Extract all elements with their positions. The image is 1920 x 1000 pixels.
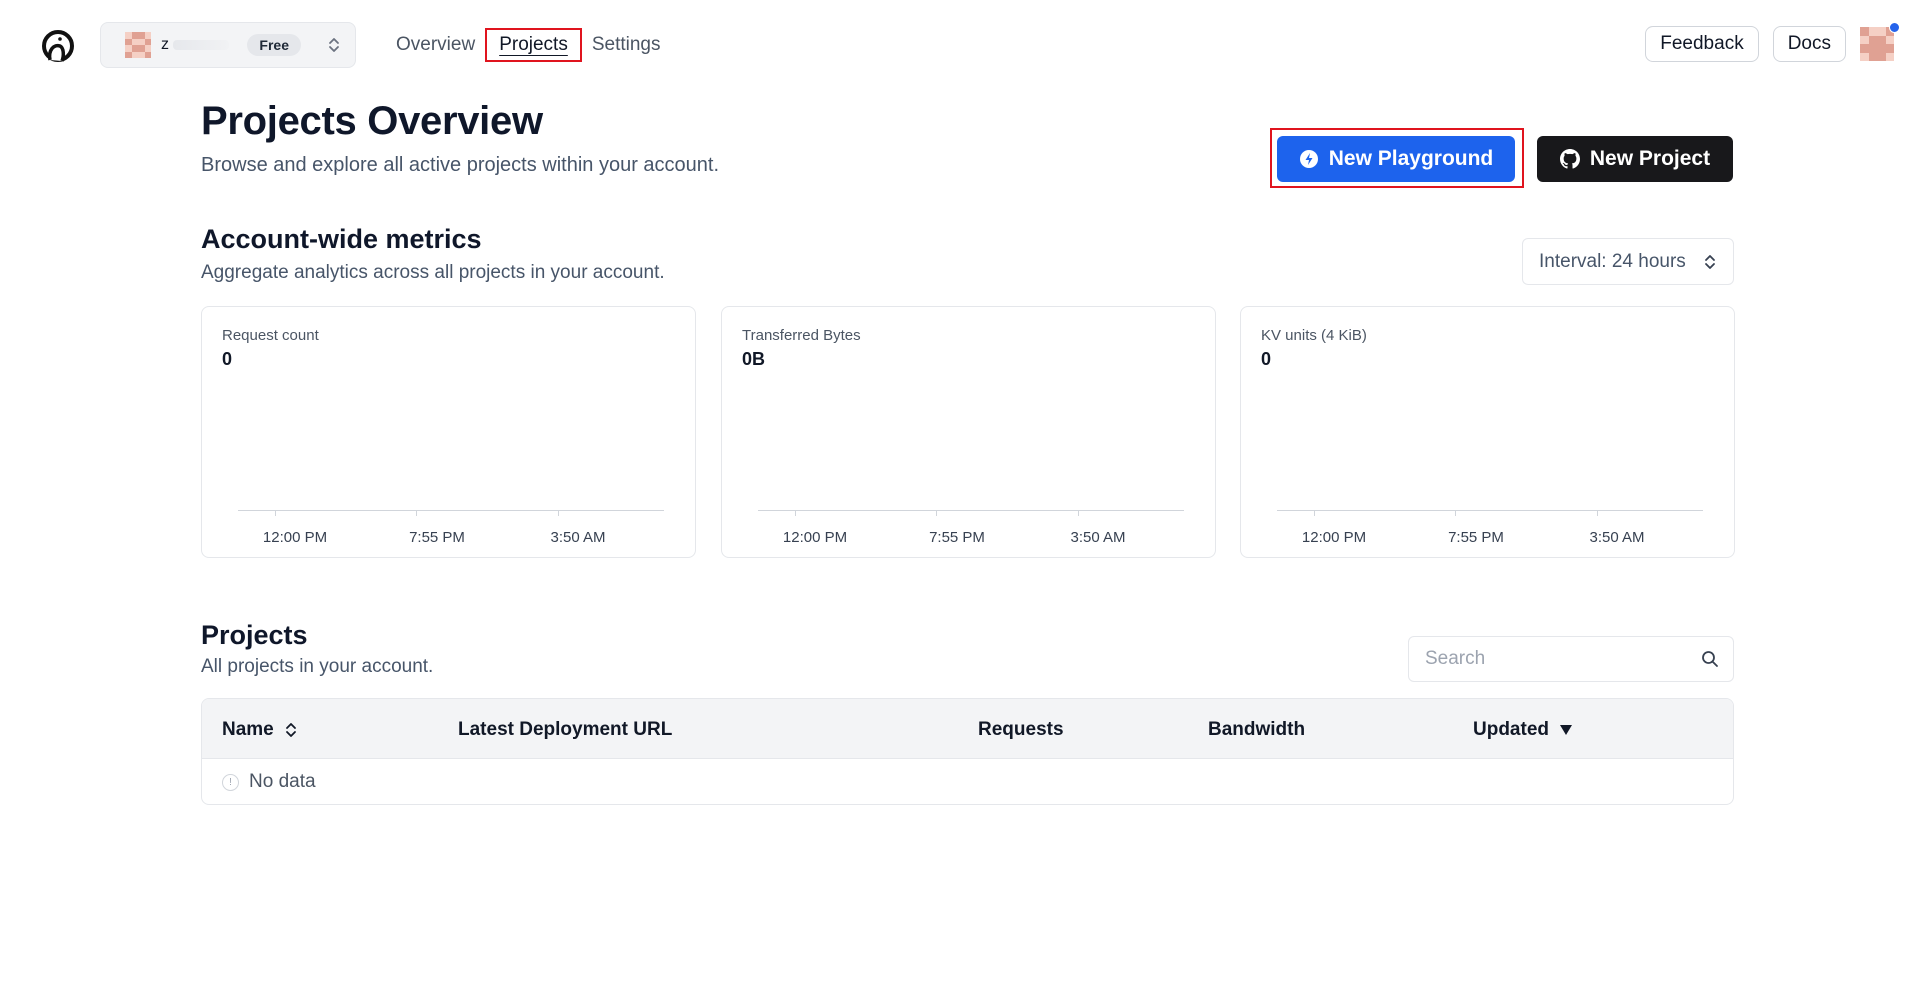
notification-dot: [1889, 22, 1900, 33]
tab-projects[interactable]: Projects: [485, 28, 582, 62]
info-icon: !: [222, 773, 239, 791]
column-header-updated[interactable]: Updated: [1473, 719, 1573, 741]
column-label: Bandwidth: [1208, 719, 1306, 740]
axis-tick: [558, 510, 559, 516]
axis-tick-label: 12:00 PM: [782, 529, 848, 546]
column-header-name[interactable]: Name: [222, 719, 298, 741]
search-icon[interactable]: [1701, 650, 1719, 668]
projects-subtitle: All projects in your account.: [201, 656, 434, 677]
axis-tick: [416, 510, 417, 516]
metrics-subtitle: Aggregate analytics across all projects …: [201, 262, 665, 283]
column-label: Requests: [978, 719, 1064, 740]
new-playground-button[interactable]: New Playground: [1277, 136, 1515, 182]
new-project-label: New Project: [1589, 147, 1711, 170]
chart-x-axis: [758, 510, 1184, 511]
empty-text: No data: [249, 771, 316, 792]
search-input[interactable]: [1425, 648, 1701, 670]
chart-x-axis: [238, 510, 664, 511]
metric-card-transferred-bytes: Transferred Bytes 0B 12:00 PM 7:55 PM 3:…: [721, 306, 1216, 558]
top-nav: z Free Overview Projects Settings Feedba…: [0, 0, 1920, 90]
axis-tick-label: 7:55 PM: [409, 529, 465, 546]
axis-tick: [1597, 510, 1598, 516]
docs-button[interactable]: Docs: [1772, 26, 1846, 62]
metric-card-request-count: Request count 0 12:00 PM 7:55 PM 3:50 AM: [201, 306, 696, 558]
metrics-title: Account-wide metrics: [201, 224, 482, 254]
user-avatar-image: [1860, 27, 1894, 61]
feedback-button[interactable]: Feedback: [1645, 26, 1759, 62]
metric-label: Request count: [222, 327, 319, 344]
axis-tick-label: 7:55 PM: [929, 529, 985, 546]
lightning-icon: [1299, 150, 1318, 168]
metric-value: 0B: [742, 349, 766, 369]
new-project-button[interactable]: New Project: [1537, 136, 1733, 182]
empty-state: ! No data: [222, 771, 316, 793]
axis-tick: [936, 510, 937, 516]
org-avatar: [125, 32, 151, 58]
axis-tick-label: 3:50 AM: [550, 529, 606, 546]
github-icon: [1559, 149, 1580, 169]
search-box: [1408, 636, 1734, 682]
axis-tick: [795, 510, 796, 516]
tab-overview[interactable]: Overview: [384, 30, 487, 60]
axis-tick: [1314, 510, 1315, 516]
metric-label: Transferred Bytes: [742, 327, 861, 344]
axis-tick-label: 3:50 AM: [1589, 529, 1645, 546]
metric-label: KV units (4 KiB): [1261, 327, 1367, 344]
column-label: Updated: [1473, 719, 1549, 740]
tab-settings[interactable]: Settings: [580, 30, 673, 60]
chevron-up-down-icon: [329, 38, 339, 52]
interval-label: Interval: 24 hours: [1539, 250, 1686, 272]
column-header-requests: Requests: [978, 719, 1064, 741]
interval-select[interactable]: Interval: 24 hours: [1522, 238, 1734, 285]
plan-badge: Free: [247, 34, 301, 56]
column-label: Name: [222, 719, 274, 740]
axis-tick-label: 7:55 PM: [1448, 529, 1504, 546]
axis-tick-label: 12:00 PM: [1301, 529, 1367, 546]
metric-value: 0: [1261, 349, 1272, 369]
column-header-deployment-url: Latest Deployment URL: [458, 719, 672, 741]
projects-title: Projects: [201, 620, 308, 650]
projects-table: Name Latest Deployment URL Requests Band…: [201, 698, 1734, 805]
org-name: z: [161, 36, 231, 54]
sort-icon: [285, 723, 296, 737]
new-playground-label: New Playground: [1328, 147, 1494, 170]
column-label: Latest Deployment URL: [458, 719, 673, 740]
metric-card-kv-units: KV units (4 KiB) 0 12:00 PM 7:55 PM 3:50…: [1240, 306, 1735, 558]
nav-tabs: Overview Projects Settings: [384, 28, 673, 62]
chart-x-axis: [1277, 510, 1703, 511]
user-avatar[interactable]: [1860, 22, 1900, 61]
chevron-up-down-icon: [1705, 254, 1715, 269]
metric-value: 0: [222, 349, 233, 369]
axis-tick: [275, 510, 276, 516]
org-switcher[interactable]: z Free: [100, 22, 356, 68]
table-header: Name Latest Deployment URL Requests Band…: [202, 699, 1733, 759]
sort-desc-icon: [1560, 725, 1572, 735]
axis-tick: [1455, 510, 1456, 516]
axis-tick-label: 12:00 PM: [262, 529, 328, 546]
column-header-bandwidth: Bandwidth: [1208, 719, 1305, 741]
top-right-actions: Feedback Docs: [1645, 22, 1900, 62]
page-subtitle: Browse and explore all active projects w…: [201, 154, 720, 176]
axis-tick: [1078, 510, 1079, 516]
axis-tick-label: 3:50 AM: [1070, 529, 1126, 546]
page-title: Projects Overview: [201, 99, 543, 143]
deno-logo-icon[interactable]: [40, 28, 76, 64]
